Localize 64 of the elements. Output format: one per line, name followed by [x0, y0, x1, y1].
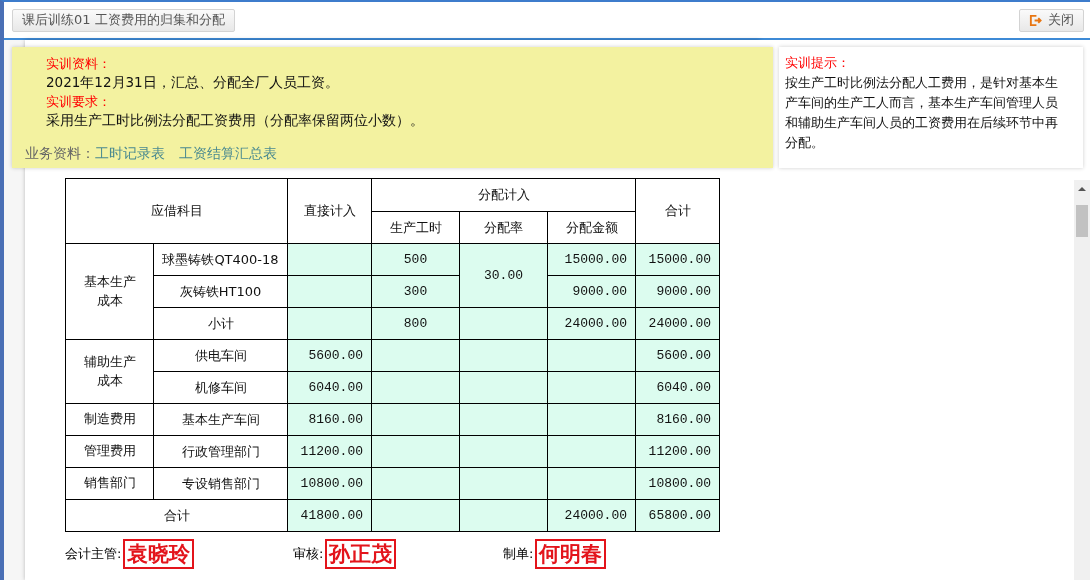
links-label: 业务资料：	[25, 144, 95, 163]
up-arrow-icon[interactable]	[1077, 186, 1087, 192]
name-stamp: 孙正茂	[325, 539, 397, 569]
table-cell: 合计	[65, 499, 288, 532]
table-cell: 24000.00	[547, 307, 636, 340]
table-cell: 11200.00	[635, 435, 720, 468]
scrollbar[interactable]	[1074, 180, 1090, 580]
table-cell: 6040.00	[287, 371, 372, 404]
table-cell: 灰铸铁HT100	[153, 275, 288, 308]
table-header: 分配金额	[547, 211, 636, 244]
table-cell: 10800.00	[287, 467, 372, 500]
signature-label: 会计主管:	[65, 545, 122, 563]
table-header: 应借科目	[65, 178, 288, 244]
table-cell: 5600.00	[635, 339, 720, 372]
table-cell: 6040.00	[635, 371, 720, 404]
signature-label: 审核:	[293, 545, 324, 563]
table-header: 直接计入	[287, 178, 372, 244]
table-header: 生产工时	[371, 211, 460, 244]
name-stamp: 何明春	[535, 539, 607, 569]
exit-icon	[1029, 13, 1042, 27]
table-cell: 41800.00	[287, 499, 372, 532]
table-cell: 11200.00	[287, 435, 372, 468]
section-text: 2021年12月31日，汇总、分配全厂人员工资。	[46, 73, 340, 92]
table-cell: 8160.00	[287, 403, 372, 436]
table-cell: 基本生产车间	[153, 403, 288, 436]
table-cell: 辅助生产成本	[65, 339, 154, 404]
signature-label: 制单:	[503, 545, 534, 563]
table-cell: 24000.00	[547, 499, 636, 532]
table-cell: 500	[371, 243, 460, 276]
scrollbar-thumb[interactable]	[1076, 205, 1088, 237]
section-heading: 实训要求：	[46, 93, 112, 111]
section-text: 采用生产工时比例法分配工资费用（分配率保留两位小数）。	[46, 111, 425, 130]
table-cell: 基本生产成本	[65, 243, 154, 340]
table-cell: 销售部门	[65, 467, 154, 500]
document-link[interactable]: 工资结算汇总表	[179, 144, 277, 163]
hint-text: 按生产工时比例法分配人工费用，是针对基本生产车间的生产工人而言，基本生产车间管理人员和辅助生产车间人员的工资费用在后续环节中再分配。	[785, 74, 1059, 152]
table-cell: 专设销售部门	[153, 467, 288, 500]
table-cell: 10800.00	[635, 467, 720, 500]
table-cell: 管理费用	[65, 435, 154, 468]
section-heading: 实训资料：	[46, 55, 112, 73]
table-cell: 机修车间	[153, 371, 288, 404]
table-cell: 9000.00	[547, 275, 636, 308]
table-cell: 小计	[153, 307, 288, 340]
table-header: 分配率	[459, 211, 548, 244]
table-cell: 30.00	[459, 243, 548, 308]
table-cell: 9000.00	[635, 275, 720, 308]
table-header: 分配计入	[371, 178, 636, 212]
table-cell: 行政管理部门	[153, 435, 288, 468]
table-cell: 800	[371, 307, 460, 340]
table-cell: 24000.00	[635, 307, 720, 340]
name-stamp: 袁晓玲	[123, 539, 195, 569]
table-header: 合计	[635, 178, 720, 244]
table-cell: 15000.00	[547, 243, 636, 276]
close-button[interactable]: 关闭	[1019, 8, 1084, 32]
table-cell: 制造费用	[65, 403, 154, 436]
table-cell: 65800.00	[635, 499, 720, 532]
table-cell: 供电车间	[153, 339, 288, 372]
hint-heading: 实训提示：	[785, 54, 851, 72]
table-cell: 300	[371, 275, 460, 308]
table-cell: 8160.00	[635, 403, 720, 436]
table-cell: 5600.00	[287, 339, 372, 372]
table-cell: 15000.00	[635, 243, 720, 276]
table-cell: 球墨铸铁QT400-18	[153, 243, 288, 276]
window-title[interactable]: 课后训练01 工资费用的归集和分配	[12, 8, 235, 32]
